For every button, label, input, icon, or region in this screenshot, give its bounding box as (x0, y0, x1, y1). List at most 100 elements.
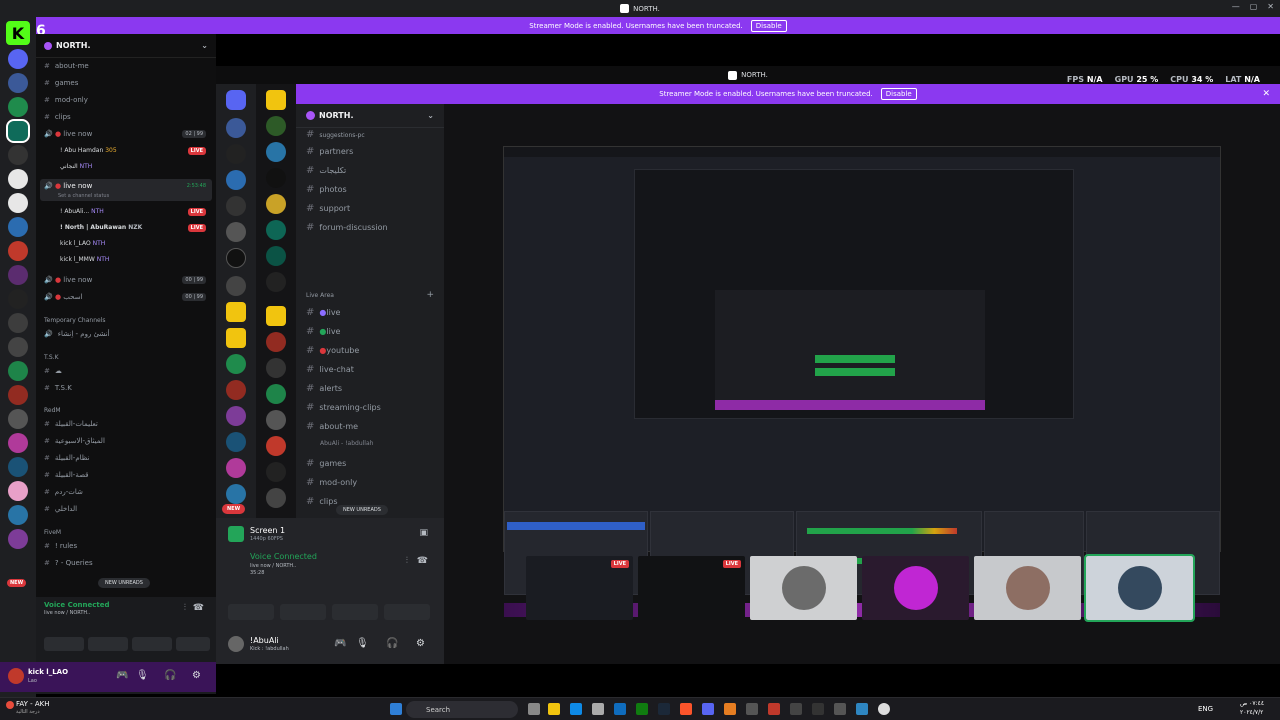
server-icon-9[interactable] (8, 241, 28, 261)
server-icon[interactable] (266, 462, 286, 482)
folder-icon[interactable] (226, 302, 246, 322)
channel-photos[interactable]: # photos (306, 184, 347, 195)
search-box[interactable]: Search (406, 701, 518, 718)
new-pill[interactable]: NEW (7, 579, 27, 587)
server-icon-7[interactable] (8, 193, 28, 213)
server-icon-21[interactable] (8, 529, 28, 549)
headphones-icon[interactable]: 🎧 (386, 638, 398, 649)
category-live-area[interactable]: Live Area (306, 292, 334, 299)
avatar[interactable] (228, 636, 244, 652)
steam-icon[interactable] (658, 703, 670, 715)
server-icon-17[interactable] (8, 433, 28, 453)
channel-redm-2[interactable]: # الميثاق-الاسبوعية (44, 437, 105, 445)
obs-icon[interactable] (790, 703, 802, 715)
channel-redm-6[interactable]: # الداخلي (44, 505, 77, 513)
participant-tile[interactable]: LIVE (526, 556, 633, 620)
screen-share-button[interactable] (280, 604, 326, 620)
stop-stream-icon[interactable]: ▣ (419, 528, 428, 538)
file-explorer-icon[interactable] (548, 703, 560, 715)
app-icon[interactable] (768, 703, 780, 715)
app-icon[interactable] (724, 703, 736, 715)
server-icon[interactable] (266, 116, 286, 136)
server-icon[interactable] (266, 168, 286, 188)
clock-date[interactable]: ٢٠٢٤/٧/٢ (1240, 709, 1263, 716)
voice-channel-path[interactable]: live now / NORTH.. (44, 610, 90, 616)
avatar[interactable] (8, 668, 24, 684)
category-tsk[interactable]: T.S.K (44, 354, 59, 361)
server-icon-north[interactable] (6, 119, 30, 143)
task-view-icon[interactable] (528, 703, 540, 715)
channel-youtube[interactable]: # ●youtube (306, 345, 359, 356)
server-icon-11[interactable] (8, 289, 28, 309)
channel-redm-4[interactable]: # قصة-القبيلة (44, 471, 88, 479)
mic-icon[interactable]: 🎙 (136, 670, 149, 681)
channel-about-me[interactable]: # about-me (306, 421, 358, 432)
channel-live-chat[interactable]: # live-chat (306, 364, 354, 375)
app-icon[interactable] (834, 703, 846, 715)
app-icon[interactable] (812, 703, 824, 715)
server-icon[interactable] (226, 144, 246, 164)
voice-channel-live-1[interactable]: 🔊 ● live now (44, 130, 92, 138)
maximize-button[interactable]: ▢ (1250, 2, 1258, 11)
disable-streamer-button[interactable]: Disable (750, 19, 787, 32)
channel-alerts[interactable]: # alerts (306, 383, 342, 394)
new-unreads-pill[interactable]: NEW UNREADS (336, 505, 388, 515)
participant-tile-speaking[interactable] (1084, 554, 1195, 622)
server-icon[interactable] (266, 194, 286, 214)
server-icon[interactable] (266, 358, 286, 378)
server-icon[interactable] (266, 384, 286, 404)
brave-icon[interactable] (680, 703, 692, 715)
folder-icon[interactable] (266, 306, 286, 326)
channel-mod-only[interactable]: # mod-only (44, 96, 88, 104)
server-icon[interactable] (226, 276, 246, 296)
screen-share-button[interactable] (88, 637, 128, 651)
channel-clips-ar[interactable]: # تكليجات (306, 165, 346, 176)
channel-live-2[interactable]: # ●live (306, 326, 340, 337)
xbox-icon[interactable] (636, 703, 648, 715)
noise-suppression-icon[interactable]: ⫶ (406, 556, 408, 566)
voice-channel-live-2[interactable]: 🔊 ● live now (44, 182, 92, 190)
server-icon[interactable] (226, 222, 246, 242)
server-icon[interactable] (226, 458, 246, 478)
channel-partners[interactable]: # partners (306, 146, 353, 157)
server-icon[interactable] (266, 332, 286, 352)
app-icon[interactable] (878, 703, 890, 715)
server-icon-12[interactable] (8, 313, 28, 333)
server-icon-18[interactable] (8, 457, 28, 477)
chevron-down-icon[interactable]: ⌄ (201, 41, 208, 50)
channel-clips[interactable]: # clips (44, 113, 71, 121)
channel-queries[interactable]: # ? - Queries (44, 559, 93, 567)
disable-streamer-button[interactable]: Disable (880, 88, 917, 100)
server-icon[interactable] (266, 142, 286, 162)
discord-home-icon[interactable] (226, 90, 246, 110)
activities-button[interactable] (332, 604, 378, 620)
new-pill[interactable]: NEW (222, 504, 246, 514)
chevron-down-icon[interactable]: ⌄ (427, 111, 434, 120)
category-fivem[interactable]: FiveM (44, 529, 61, 536)
channel-games[interactable]: # games (306, 458, 346, 469)
voice-channel-drag[interactable]: 🔊 ● اسحب (44, 293, 83, 301)
category-redm[interactable]: RedM (44, 407, 61, 414)
camera-button[interactable] (44, 637, 84, 651)
server-icon-5[interactable] (8, 145, 28, 165)
server-header[interactable]: NORTH. ⌄ (36, 34, 216, 58)
voice-channel-path[interactable]: live now / NORTH.. (250, 563, 296, 569)
channel-redm-1[interactable]: # تعليمات-القبيلة (44, 420, 98, 428)
voice-user[interactable]: ! AbuAli... NTH (60, 208, 104, 215)
disconnect-icon[interactable]: ☎ (417, 556, 428, 566)
inner-server-header[interactable]: NORTH. ⌄ (296, 104, 444, 128)
clock-time[interactable]: ٠٧:٤٤ ص (1240, 700, 1264, 707)
server-icon[interactable] (226, 380, 246, 400)
server-icon[interactable] (226, 118, 246, 138)
app-icon[interactable] (746, 703, 758, 715)
server-icon-2[interactable] (8, 73, 28, 93)
selected-scene[interactable] (507, 522, 645, 530)
channel-redm-5[interactable]: # شات-ردم (44, 488, 83, 496)
channel-about-me[interactable]: # about-me (44, 62, 89, 70)
channel-suggestions[interactable]: # suggestions-pc (306, 129, 365, 140)
settings-icon[interactable]: ⚙ (416, 638, 425, 649)
server-icon[interactable] (266, 410, 286, 430)
disconnect-icon[interactable]: ☎ (193, 603, 204, 613)
channel-games[interactable]: # games (44, 79, 78, 87)
server-icon-15[interactable] (8, 385, 28, 405)
